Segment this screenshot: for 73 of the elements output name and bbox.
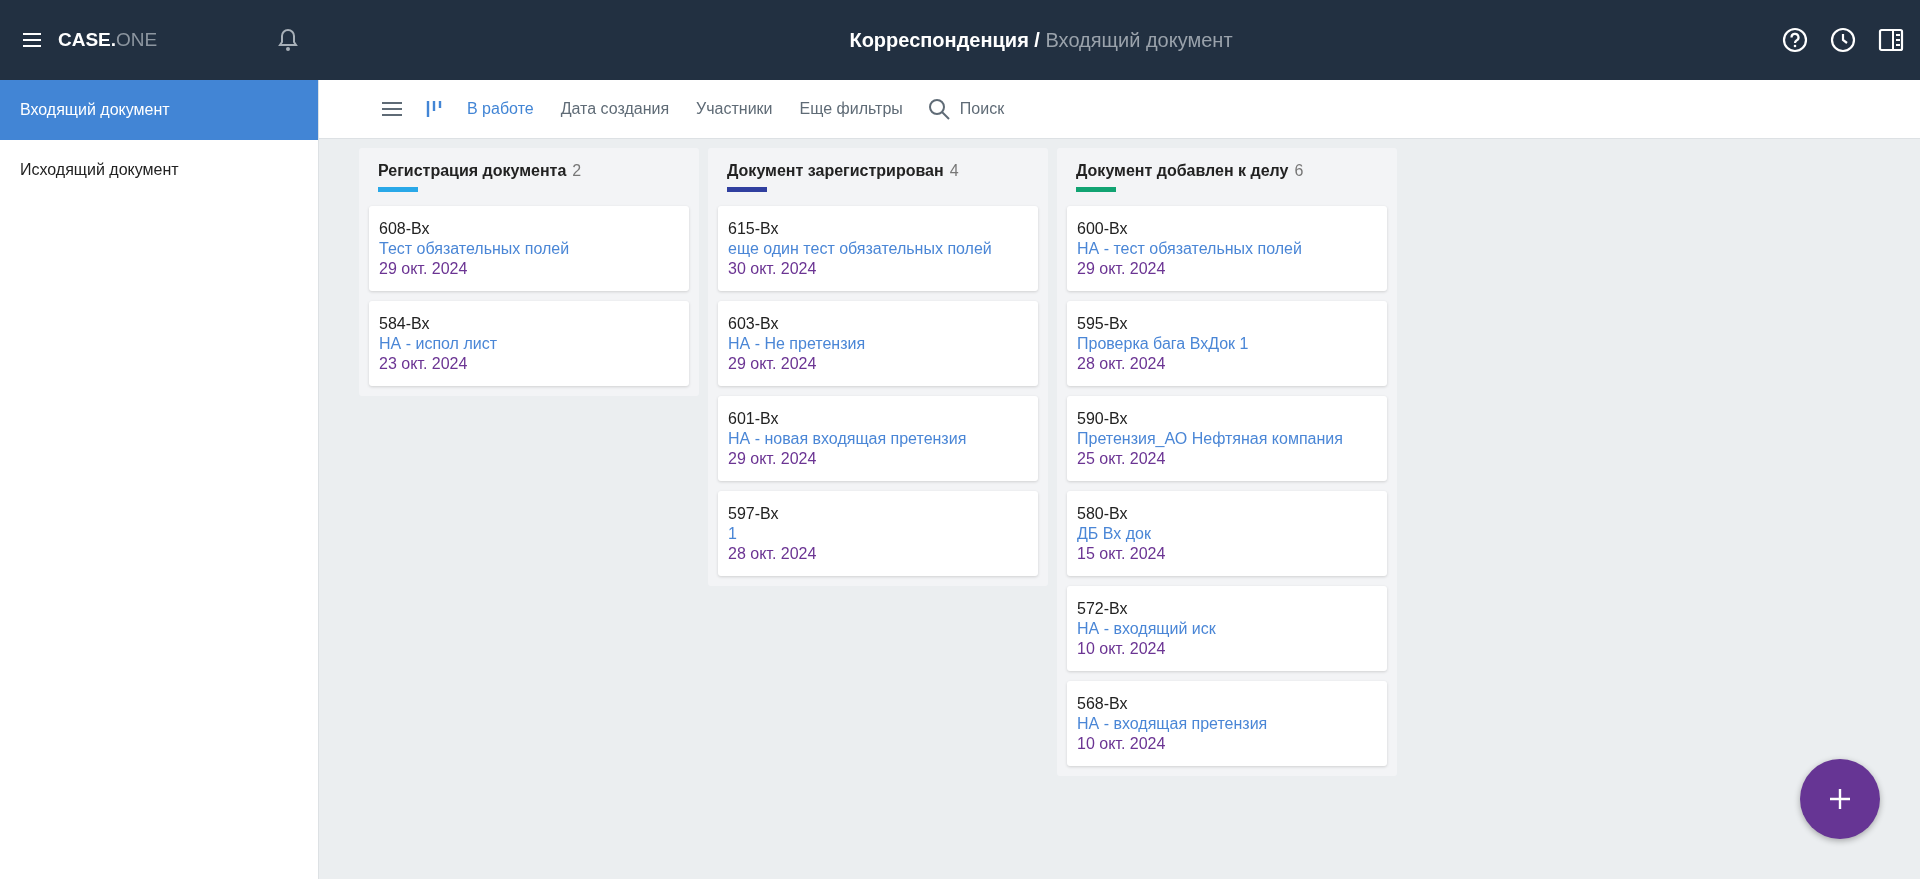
document-title: Проверка бага ВхДок 1 [1077,335,1249,352]
document-title: НА - входящий иск [1077,620,1216,637]
breadcrumb-link[interactable]: Корреспонденция / [849,28,1040,51]
document-number: 568-Вх [1077,695,1128,712]
document-title: Тест обязательных полей [379,240,570,257]
document-title: НА - новая входящая претензия [728,430,967,447]
document-card[interactable]: 580-Вх ДБ Вх док 15 окт. 2024 [1067,491,1387,576]
document-date: 28 окт. 2024 [1077,355,1166,372]
clock-icon[interactable] [1830,27,1856,53]
document-card[interactable]: 608-Вх Тест обязательных полей 29 окт. 2024 [369,206,689,291]
document-date: 29 окт. 2024 [1077,260,1166,277]
document-number: 572-Вх [1077,600,1128,617]
document-card[interactable]: 615-Вх еще один тест обязательных полей 30 окт. 2024 [718,206,1038,291]
breadcrumb-current: Входящий документ [1045,28,1233,51]
document-title: НА - испол лист [379,335,497,352]
document-date: 29 окт. 2024 [728,450,817,467]
sidebar-item[interactable]: Входящий документ [0,80,318,140]
filter-tab[interactable]: Дата создания [560,100,670,118]
document-card[interactable]: 597-Вх 1 28 окт. 2024 [718,491,1038,576]
document-card[interactable]: 603-Вх НА - Не претензия 29 окт. 2024 [718,301,1038,386]
document-card[interactable]: 568-Вх НА - входящая претензия 10 окт. 2024 [1067,681,1387,766]
document-number: 601-Вх [728,410,779,427]
document-title: Претензия_АО Нефтяная компания [1077,430,1343,447]
plus-icon [1829,788,1851,810]
column-count: 6 [1294,162,1304,179]
document-date: 23 окт. 2024 [379,355,468,372]
filter-tab[interactable]: Еще фильтры [799,100,903,118]
document-date: 29 окт. 2024 [728,355,817,372]
board-view-icon[interactable] [425,99,443,119]
document-number: 615-Вх [728,220,779,237]
document-title: ДБ Вх док [1077,525,1151,542]
document-title: еще один тест обязательных полей [728,240,992,257]
document-date: 28 окт. 2024 [728,545,817,562]
document-date: 25 окт. 2024 [1077,450,1166,467]
document-date: 29 окт. 2024 [379,260,468,277]
document-date: 15 окт. 2024 [1077,545,1166,562]
document-number: 600-Вх [1077,220,1128,237]
document-number: 608-Вх [379,220,430,237]
document-card[interactable]: 595-Вх Проверка бага ВхДок 1 28 окт. 2024 [1067,301,1387,386]
document-number: 590-Вх [1077,410,1128,427]
document-number: 595-Вх [1077,315,1128,332]
document-number: 603-Вх [728,315,779,332]
document-card[interactable]: 590-Вх Претензия_АО Нефтяная компания 25 окт. 2024 [1067,396,1387,481]
column-count: 2 [572,162,582,179]
search-field[interactable]: Поиск [957,99,1162,119]
list-view-icon[interactable] [381,99,403,119]
column-title: Регистрация документа [378,162,567,179]
document-card[interactable]: 572-Вх НА - входящий иск 10 окт. 2024 [1067,586,1387,671]
column-title: Документ добавлен к делу [1076,162,1289,179]
document-date: 30 окт. 2024 [728,260,817,277]
sidebar-item[interactable]: Исходящий документ [0,140,318,200]
document-title: НА - входящая претензия [1077,715,1268,732]
document-number: 580-Вх [1077,505,1128,522]
document-card[interactable]: 600-Вх НА - тест обязательных полей 29 окт. 2024 [1067,206,1387,291]
column-count: 4 [949,162,959,179]
document-title: 1 [728,525,737,542]
document-number: 584-Вх [379,315,430,332]
document-title: НА - Не претензия [728,335,866,352]
bell-icon[interactable] [276,27,300,53]
filter-tab[interactable]: В работе [467,100,534,118]
help-icon[interactable] [1782,27,1808,53]
filter-tab[interactable]: Участники [696,100,773,118]
search-icon [927,98,950,120]
document-title: НА - тест обязательных полей [1077,240,1302,257]
column-title: Документ зарегистрирован [727,162,944,179]
document-number: 597-Вх [728,505,779,522]
document-card[interactable]: 584-Вх НА - испол лист 23 окт. 2024 [369,301,689,386]
document-date: 10 окт. 2024 [1077,640,1166,657]
add-button[interactable] [1800,759,1880,839]
document-card[interactable]: 601-Вх НА - новая входящая претензия 29 окт. 2024 [718,396,1038,481]
side-panel-icon[interactable] [1878,28,1904,52]
logo: CASE.ONE [58,29,158,51]
document-date: 10 окт. 2024 [1077,735,1166,752]
